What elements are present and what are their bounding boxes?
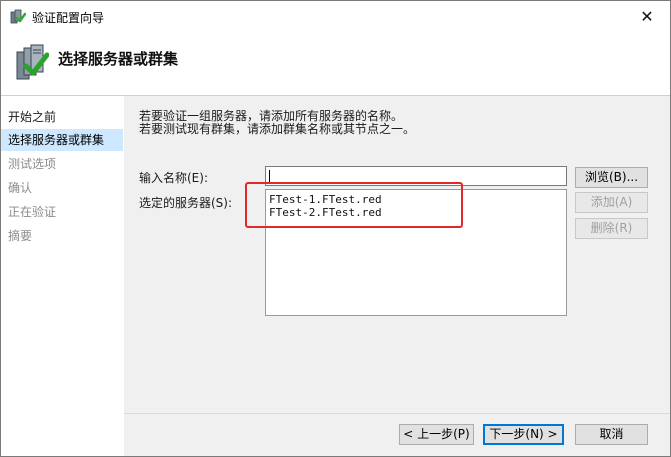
close-button[interactable]: ✕ (624, 1, 670, 32)
step-confirmation: 确认 (1, 177, 123, 199)
name-input[interactable] (265, 166, 567, 186)
add-button[interactable]: 添加(A) (575, 192, 648, 213)
wizard-steps-sidebar: 开始之前 选择服务器或群集 测试选项 确认 正在验证 摘要 (1, 96, 123, 456)
selected-servers-label: 选定的服务器(S): (139, 196, 233, 210)
selected-servers-list[interactable]: FTest-1.FTest.red FTest-2.FTest.red (265, 189, 567, 316)
page-header: 选择服务器或群集 (1, 32, 670, 95)
step-summary: 摘要 (1, 225, 123, 247)
step-label: 选择服务器或群集 (8, 133, 105, 147)
step-label: 开始之前 (8, 110, 57, 124)
remove-button[interactable]: 删除(R) (575, 218, 648, 239)
content-panel: 若要验证一组服务器，请添加所有服务器的名称。 若要测试现有群集，请添加群集名称或… (124, 96, 670, 413)
step-test-options: 测试选项 (1, 153, 123, 175)
step-label: 确认 (8, 181, 33, 195)
window-title: 验证配置向导 (32, 11, 105, 25)
title-bar: 验证配置向导 ✕ (1, 1, 670, 32)
browse-button[interactable]: 浏览(B)... (575, 167, 648, 188)
server-check-icon (16, 44, 49, 80)
step-label: 摘要 (8, 229, 33, 243)
step-validating: 正在验证 (1, 201, 123, 223)
page-title: 选择服务器或群集 (58, 50, 179, 68)
name-field-label: 输入名称(E): (139, 171, 208, 185)
step-label: 测试选项 (8, 157, 57, 171)
wizard-window: 验证配置向导 ✕ 选择服务器或群集 开始之前 选择服务器或群集 测试选项 确认 (0, 0, 671, 457)
step-before-you-begin[interactable]: 开始之前 (1, 106, 123, 128)
cluster-wizard-icon (10, 9, 26, 24)
step-select-servers[interactable]: 选择服务器或群集 (1, 129, 123, 151)
cancel-button[interactable]: 取消 (575, 424, 648, 445)
server-list-item[interactable]: FTest-1.FTest.red (269, 193, 382, 206)
wizard-footer: < 上一步(P) 下一步(N) > 取消 (124, 413, 670, 456)
next-button[interactable]: 下一步(N) > (483, 424, 564, 445)
intro-text-line2: 若要测试现有群集，请添加群集名称或其节点之一。 (139, 122, 416, 136)
previous-button[interactable]: < 上一步(P) (399, 424, 474, 445)
step-label: 正在验证 (8, 205, 57, 219)
text-caret (269, 170, 270, 183)
close-icon: ✕ (640, 7, 654, 26)
server-list-item[interactable]: FTest-2.FTest.red (269, 206, 382, 219)
